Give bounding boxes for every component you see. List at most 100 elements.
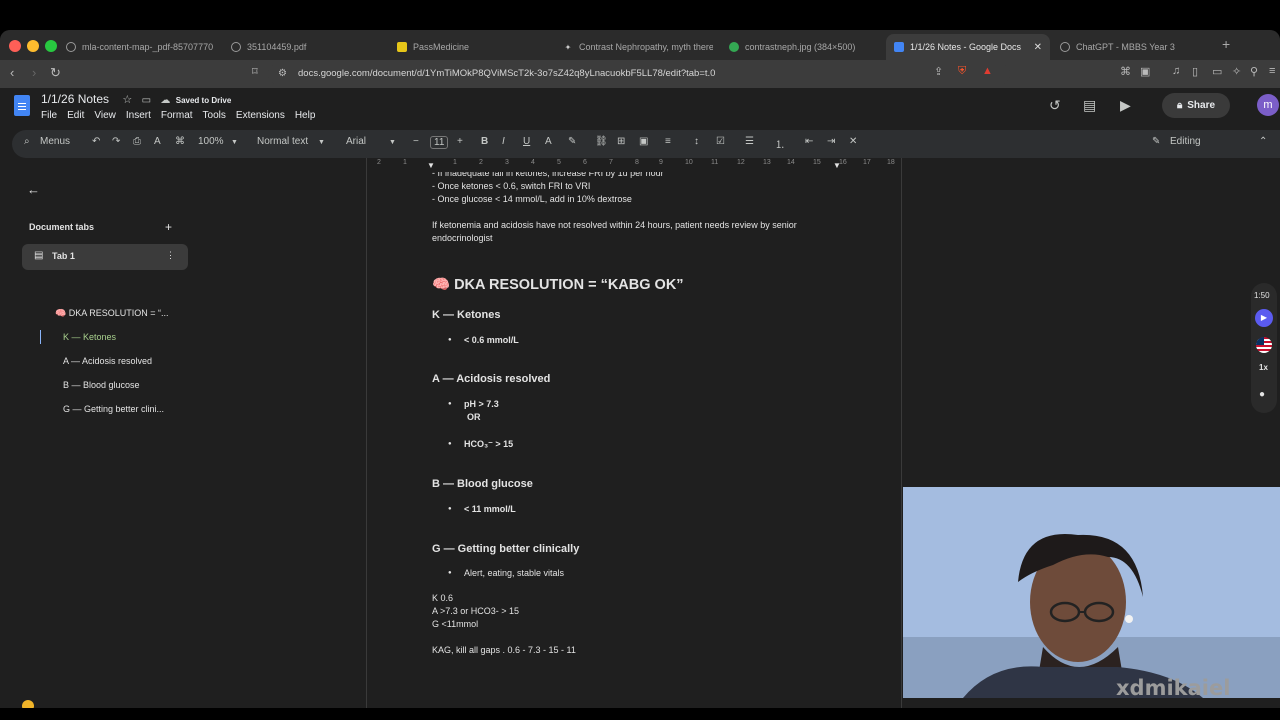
menu-icon[interactable]: ≡ <box>1269 65 1275 77</box>
vpn-icon[interactable]: ⚲ <box>1250 65 1258 78</box>
tab-title: ChatGPT - MBBS Year 3 <box>1076 42 1175 52</box>
minimize-window-button[interactable] <box>27 40 39 52</box>
version-history-icon[interactable]: ↺ <box>1049 97 1061 114</box>
search-icon[interactable]: ⌕ <box>24 136 30 147</box>
meet-icon[interactable]: ▶ <box>1120 97 1131 114</box>
undo-icon[interactable]: ↶ <box>92 136 100 147</box>
clear-formatting-icon[interactable]: ✕ <box>849 136 857 147</box>
chevron-down-icon: ▼ <box>231 139 238 146</box>
menu-insert[interactable]: Insert <box>126 110 151 121</box>
new-tab-button[interactable]: + <box>1222 36 1230 52</box>
media-icon[interactable]: ♫ <box>1172 65 1180 77</box>
outline-item[interactable]: K — Ketones <box>63 332 116 342</box>
ruler-tick: 6 <box>583 159 587 166</box>
share-page-icon[interactable]: ⇪ <box>934 65 943 78</box>
outline-item[interactable]: B — Blood glucose <box>63 380 140 390</box>
increase-indent-icon[interactable]: ⇥ <box>827 136 835 147</box>
google-docs-logo-icon[interactable] <box>14 95 30 116</box>
browser-tab[interactable]: PassMedicine <box>397 34 547 60</box>
ruler-tick: 8 <box>635 159 639 166</box>
search-menus-field[interactable]: Menus <box>40 136 70 147</box>
outline-item[interactable]: 🧠 DKA RESOLUTION = “... <box>55 308 168 319</box>
back-arrow-icon[interactable]: ← <box>27 182 40 197</box>
microphone-icon[interactable]: ● <box>1259 389 1265 400</box>
increase-font-icon[interactable]: + <box>457 136 463 147</box>
extension-icon[interactable]: ▣ <box>1140 65 1150 78</box>
numbered-list-icon[interactable]: ⒈ <box>775 136 785 151</box>
url-field[interactable]: ⚙ docs.google.com/document/d/1YmTiMOkP8Q… <box>268 63 1010 85</box>
line-spacing-icon[interactable]: ↕ <box>694 136 699 147</box>
menu-format[interactable]: Format <box>161 110 193 121</box>
paint-format-icon[interactable]: ⌘ <box>175 136 185 147</box>
browser-tab[interactable]: contrastneph.jpg (384×500) <box>729 34 879 60</box>
outline-item[interactable]: A — Acidosis resolved <box>63 356 152 366</box>
reader-speed[interactable]: 1x <box>1259 363 1268 372</box>
site-info-icon[interactable]: ⚙ <box>278 63 287 85</box>
outline-item[interactable]: G — Getting better clini... <box>63 404 164 414</box>
link-icon[interactable]: ⛓ <box>595 136 608 147</box>
document-title[interactable]: 1/1/26 Notes ☆ ▭ ☁ Saved to Drive <box>41 92 231 106</box>
close-window-button[interactable] <box>9 40 21 52</box>
comments-icon[interactable]: ▤ <box>1083 97 1096 114</box>
menu-help[interactable]: Help <box>295 110 316 121</box>
menu-file[interactable]: File <box>41 110 57 121</box>
reload-icon[interactable]: ↻ <box>50 65 61 81</box>
add-tab-icon[interactable]: + <box>165 220 172 234</box>
brave-shield-icon[interactable]: ⛨ <box>958 65 966 78</box>
collapse-toolbar-icon[interactable]: ⌃ <box>1259 136 1267 147</box>
browser-tab[interactable]: ChatGPT - MBBS Year 3 <box>1060 34 1210 60</box>
checklist-icon[interactable]: ☑ <box>716 136 725 147</box>
emoji-icon[interactable] <box>22 700 34 708</box>
browser-tab[interactable]: ✦ Contrast Nephropathy, myth there <box>563 34 713 60</box>
ruler[interactable]: ▼ ▼ 2 1 1 2 3 4 5 6 7 8 9 10 11 12 13 14… <box>367 158 903 170</box>
back-icon[interactable]: ‹ <box>10 65 14 80</box>
font-size-field[interactable]: 11 <box>430 136 449 149</box>
avatar[interactable]: m <box>1257 94 1279 116</box>
menu-edit[interactable]: Edit <box>67 110 84 121</box>
underline-icon[interactable]: U <box>523 136 530 147</box>
font-select[interactable]: Arial <box>346 136 366 147</box>
redo-icon[interactable]: ↷ <box>112 136 120 147</box>
spellcheck-icon[interactable]: A <box>154 136 161 147</box>
align-icon[interactable]: ≡ <box>665 136 671 147</box>
comment-icon[interactable]: ⊞ <box>617 136 625 147</box>
sidebar-toggle-icon[interactable]: ▯ <box>1192 65 1198 78</box>
forward-icon[interactable]: › <box>32 65 36 80</box>
move-folder-icon[interactable]: ▭ <box>142 95 151 106</box>
italic-icon[interactable]: I <box>502 136 505 147</box>
menu-tools[interactable]: Tools <box>203 110 226 121</box>
browser-tab-active[interactable]: 1/1/26 Notes - Google Docs ✕ <box>886 34 1050 60</box>
browser-tab[interactable]: 351104459.pdf <box>231 34 381 60</box>
print-icon[interactable]: ⎙ <box>133 136 141 147</box>
zoom-window-button[interactable] <box>45 40 57 52</box>
menu-view[interactable]: View <box>94 110 116 121</box>
document-title-text[interactable]: 1/1/26 Notes <box>41 92 109 106</box>
leo-icon[interactable]: ✧ <box>1232 65 1241 78</box>
bulleted-list-icon[interactable]: ☰ <box>745 136 754 147</box>
decrease-font-icon[interactable]: − <box>413 136 419 147</box>
menu-extensions[interactable]: Extensions <box>236 110 285 121</box>
highlight-icon[interactable]: ✎ <box>568 136 576 147</box>
tab-more-icon[interactable]: ⋮ <box>166 250 175 261</box>
image-icon[interactable]: ▣ <box>639 136 648 147</box>
tab-item[interactable]: ▤ Tab 1 ⋮ <box>22 244 188 270</box>
share-button[interactable]: 🔒︎ Share <box>1162 93 1230 118</box>
passmedicine-icon <box>397 42 407 52</box>
indent-marker-icon[interactable]: ▼ <box>427 161 435 170</box>
bookmark-icon[interactable]: ⌑ <box>252 65 258 78</box>
zoom-select[interactable]: 100% <box>198 136 224 147</box>
rewards-icon[interactable]: ▲ <box>982 65 993 77</box>
close-tab-icon[interactable]: ✕ <box>1034 42 1042 53</box>
document-canvas[interactable]: ▼ ▼ 2 1 1 2 3 4 5 6 7 8 9 10 11 12 13 14… <box>366 158 902 708</box>
text-color-icon[interactable]: A <box>545 136 552 147</box>
bold-icon[interactable]: B <box>481 136 488 147</box>
star-icon[interactable]: ☆ <box>122 94 132 106</box>
us-flag-icon[interactable] <box>1256 337 1272 353</box>
style-select[interactable]: Normal text <box>257 136 308 147</box>
editing-mode-select[interactable]: Editing <box>1170 136 1201 147</box>
extension-icon[interactable]: ⌘ <box>1120 65 1131 78</box>
browser-tab[interactable]: mla-content-map-_pdf-85707770 <box>66 34 216 60</box>
wallet-icon[interactable]: ▭ <box>1212 65 1222 78</box>
play-icon[interactable]: ▶ <box>1255 309 1273 327</box>
decrease-indent-icon[interactable]: ⇤ <box>805 136 813 147</box>
